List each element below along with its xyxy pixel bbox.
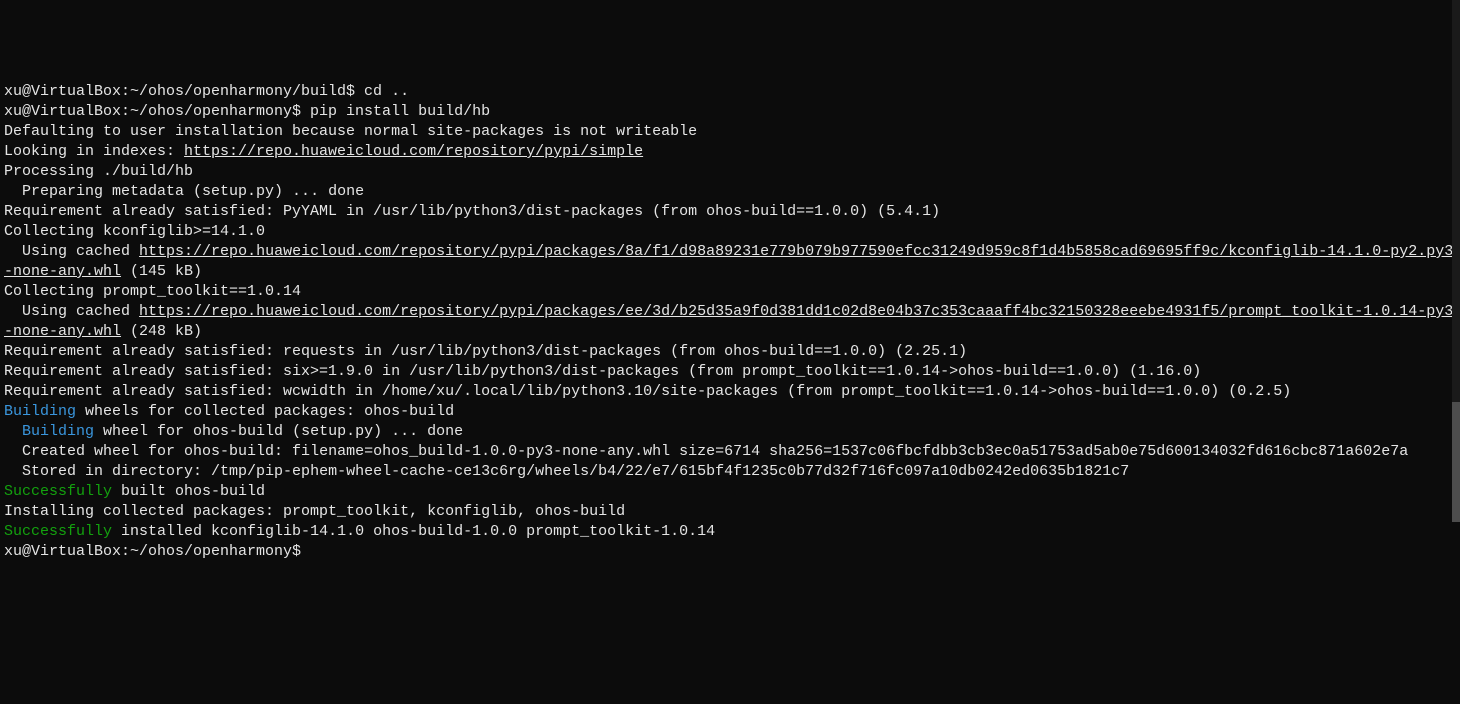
terminal-text: (145 kB): [121, 263, 202, 280]
terminal-line: Using cached https://repo.huaweicloud.co…: [4, 302, 1456, 342]
terminal-line: xu@VirtualBox:~/ohos/openharmony$: [4, 542, 1456, 562]
terminal-text: xu@VirtualBox:~/ohos/openharmony$: [4, 543, 310, 560]
terminal-text: Looking in indexes:: [4, 143, 184, 160]
terminal-text: Created wheel for ohos-build: filename=o…: [4, 443, 1408, 460]
terminal-text: Using cached: [4, 303, 139, 320]
terminal-line: Requirement already satisfied: PyYAML in…: [4, 202, 1456, 222]
terminal-text: installed kconfiglib-14.1.0 ohos-build-1…: [112, 523, 715, 540]
terminal-line: Successfully installed kconfiglib-14.1.0…: [4, 522, 1456, 542]
terminal-link[interactable]: https://repo.huaweicloud.com/repository/…: [4, 243, 1453, 280]
terminal-line: Collecting prompt_toolkit==1.0.14: [4, 282, 1456, 302]
terminal-text: xu@VirtualBox:~/ohos/openharmony$ pip in…: [4, 103, 490, 120]
terminal-text: Successfully: [4, 523, 112, 540]
terminal-line: Looking in indexes: https://repo.huaweic…: [4, 142, 1456, 162]
terminal-line: Processing ./build/hb: [4, 162, 1456, 182]
terminal-line: Using cached https://repo.huaweicloud.co…: [4, 242, 1456, 282]
terminal-text: Collecting kconfiglib>=14.1.0: [4, 223, 265, 240]
terminal-line: Defaulting to user installation because …: [4, 122, 1456, 142]
terminal-text: Requirement already satisfied: six>=1.9.…: [4, 363, 1201, 380]
terminal-text: Requirement already satisfied: requests …: [4, 343, 967, 360]
terminal-text: Stored in directory: /tmp/pip-ephem-whee…: [4, 463, 1129, 480]
terminal-text: [4, 423, 22, 440]
terminal-text: xu@VirtualBox:~/ohos/openharmony/build$ …: [4, 83, 409, 100]
terminal-text: wheels for collected packages: ohos-buil…: [76, 403, 454, 420]
terminal-text: Using cached: [4, 243, 139, 260]
terminal-text: Preparing metadata (setup.py) ... done: [4, 183, 364, 200]
terminal-text: Requirement already satisfied: PyYAML in…: [4, 203, 940, 220]
terminal-text: Installing collected packages: prompt_to…: [4, 503, 625, 520]
terminal-text: Requirement already satisfied: wcwidth i…: [4, 383, 1291, 400]
terminal-text: Processing ./build/hb: [4, 163, 193, 180]
terminal-line: Installing collected packages: prompt_to…: [4, 502, 1456, 522]
terminal-text: Successfully: [4, 483, 112, 500]
terminal-line: xu@VirtualBox:~/ohos/openharmony/build$ …: [4, 82, 1456, 102]
terminal-text: Defaulting to user installation because …: [4, 123, 697, 140]
terminal-line: Building wheel for ohos-build (setup.py)…: [4, 422, 1456, 442]
terminal-text: Collecting prompt_toolkit==1.0.14: [4, 283, 301, 300]
terminal-line: Preparing metadata (setup.py) ... done: [4, 182, 1456, 202]
scrollbar-thumb[interactable]: [1452, 402, 1460, 522]
terminal-line: Created wheel for ohos-build: filename=o…: [4, 442, 1456, 462]
terminal-text: Building: [22, 423, 94, 440]
terminal-line: Successfully built ohos-build: [4, 482, 1456, 502]
terminal-link[interactable]: https://repo.huaweicloud.com/repository/…: [184, 143, 643, 160]
terminal-line: Collecting kconfiglib>=14.1.0: [4, 222, 1456, 242]
terminal-line: Building wheels for collected packages: …: [4, 402, 1456, 422]
terminal-line: Requirement already satisfied: requests …: [4, 342, 1456, 362]
terminal-text: wheel for ohos-build (setup.py) ... done: [94, 423, 463, 440]
terminal-text: (248 kB): [121, 323, 202, 340]
terminal-output[interactable]: xu@VirtualBox:~/ohos/openharmony/build$ …: [4, 82, 1456, 562]
terminal-line: Stored in directory: /tmp/pip-ephem-whee…: [4, 462, 1456, 482]
terminal-text: Building: [4, 403, 76, 420]
terminal-line: xu@VirtualBox:~/ohos/openharmony$ pip in…: [4, 102, 1456, 122]
scrollbar-track: [1452, 0, 1460, 522]
terminal-text: built ohos-build: [112, 483, 265, 500]
terminal-line: Requirement already satisfied: wcwidth i…: [4, 382, 1456, 402]
terminal-link[interactable]: https://repo.huaweicloud.com/repository/…: [4, 303, 1453, 340]
terminal-line: Requirement already satisfied: six>=1.9.…: [4, 362, 1456, 382]
